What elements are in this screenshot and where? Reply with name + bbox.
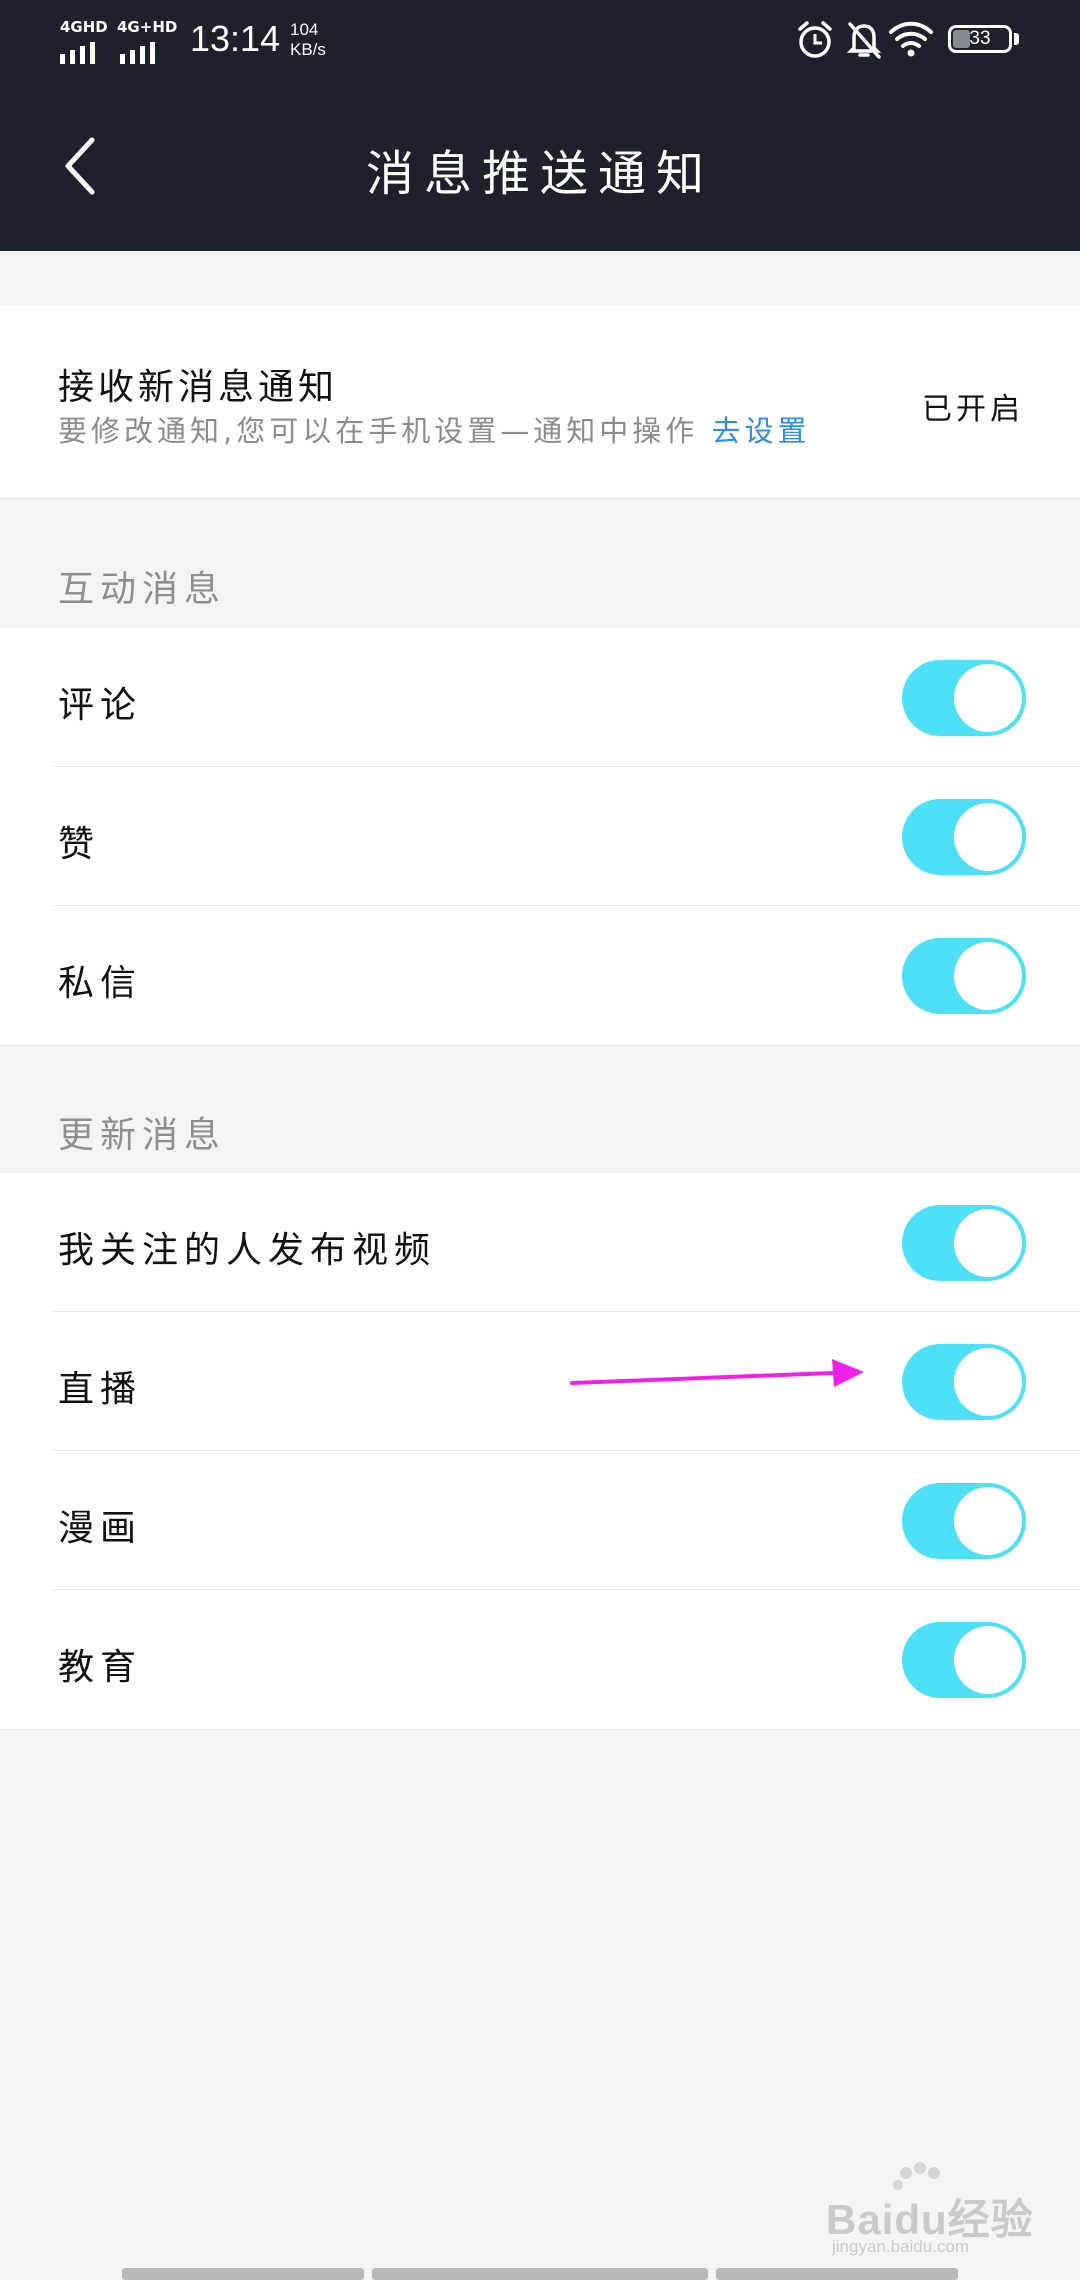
section-title-interaction: 互动消息 xyxy=(58,569,227,610)
toggle-knob xyxy=(954,1487,1022,1555)
go-settings-link[interactable]: 去设置 xyxy=(711,414,810,448)
signal-bars-2 xyxy=(120,42,155,64)
setting-row-messages[interactable]: 私信 xyxy=(0,906,1080,1045)
toggle-knob xyxy=(954,942,1022,1010)
toggle-knob xyxy=(954,664,1022,732)
setting-row-followed-videos[interactable]: 我关注的人发布视频 xyxy=(0,1173,1080,1312)
battery-level: 33 xyxy=(969,28,991,49)
battery-icon: 33 xyxy=(948,25,1012,53)
toggle-likes[interactable] xyxy=(902,799,1026,875)
toggle-knob xyxy=(954,1209,1022,1277)
setting-label-messages: 私信 xyxy=(58,963,143,1004)
toggle-comments[interactable] xyxy=(902,660,1026,736)
toggle-live[interactable] xyxy=(902,1344,1026,1420)
battery-tip xyxy=(1014,33,1019,45)
setting-row-likes[interactable]: 赞 xyxy=(0,767,1080,906)
watermark-url: jingyan.baidu.com xyxy=(832,2237,970,2256)
mute-bell-icon xyxy=(846,22,882,59)
setting-label-followed-videos: 我关注的人发布视频 xyxy=(58,1230,437,1271)
toggle-knob xyxy=(954,1626,1022,1694)
alarm-icon xyxy=(798,21,832,58)
network-speed: 104 KB/s xyxy=(290,20,326,60)
receive-notifications-title: 接收新消息通知 xyxy=(58,367,339,408)
section-title-updates: 更新消息 xyxy=(58,1115,227,1156)
network-speed-value: 104 xyxy=(290,20,319,39)
receive-notifications-subtitle: 要修改通知,您可以在手机设置—通知中操作 去设置 xyxy=(58,408,810,450)
updates-section: 我关注的人发布视频 直播 漫画 教育 xyxy=(0,1173,1080,1730)
toggle-messages[interactable] xyxy=(902,938,1026,1014)
receive-notifications-hint: 要修改通知,您可以在手机设置—通知中操作 xyxy=(58,414,699,448)
interaction-section: 评论 赞 私信 xyxy=(0,628,1080,1046)
signal-bars-1 xyxy=(60,42,95,64)
setting-row-comments[interactable]: 评论 xyxy=(0,628,1080,767)
toggle-followed-videos[interactable] xyxy=(902,1205,1026,1281)
network-speed-unit: KB/s xyxy=(290,40,326,59)
nav-bar-segment xyxy=(372,2268,708,2280)
nav-bar-segment xyxy=(716,2268,958,2280)
nav-bar-segment xyxy=(122,2268,364,2280)
setting-label-likes: 赞 xyxy=(58,824,101,865)
setting-row-comics[interactable]: 漫画 xyxy=(0,1451,1080,1590)
status-bar: 4GHD 4G+HD 13:14 104 KB/s 33 xyxy=(0,0,1080,82)
setting-label-education: 教育 xyxy=(58,1647,143,1688)
setting-row-live[interactable]: 直播 xyxy=(0,1312,1080,1451)
wifi-icon xyxy=(889,21,933,57)
setting-label-live: 直播 xyxy=(58,1369,143,1410)
toggle-education[interactable] xyxy=(902,1622,1026,1698)
signal-label-1: 4GHD xyxy=(60,18,108,36)
signal-label-2: 4G+HD xyxy=(117,18,178,36)
toggle-knob xyxy=(954,803,1022,871)
setting-label-comics: 漫画 xyxy=(58,1508,143,1549)
notifications-status: 已开启 xyxy=(922,392,1024,427)
clock: 13:14 xyxy=(190,18,281,59)
setting-row-education[interactable]: 教育 xyxy=(0,1590,1080,1729)
setting-label-comments: 评论 xyxy=(58,685,143,726)
top-bar: 4GHD 4G+HD 13:14 104 KB/s 33 消息推送通知 xyxy=(0,0,1080,251)
toggle-knob xyxy=(954,1348,1022,1416)
toggle-comics[interactable] xyxy=(902,1483,1026,1559)
page-title: 消息推送通知 xyxy=(365,146,714,202)
receive-notifications-card[interactable]: 接收新消息通知 要修改通知,您可以在手机设置—通知中操作 去设置 已开启 xyxy=(0,306,1080,499)
annotation-arrow-icon xyxy=(570,1359,864,1387)
